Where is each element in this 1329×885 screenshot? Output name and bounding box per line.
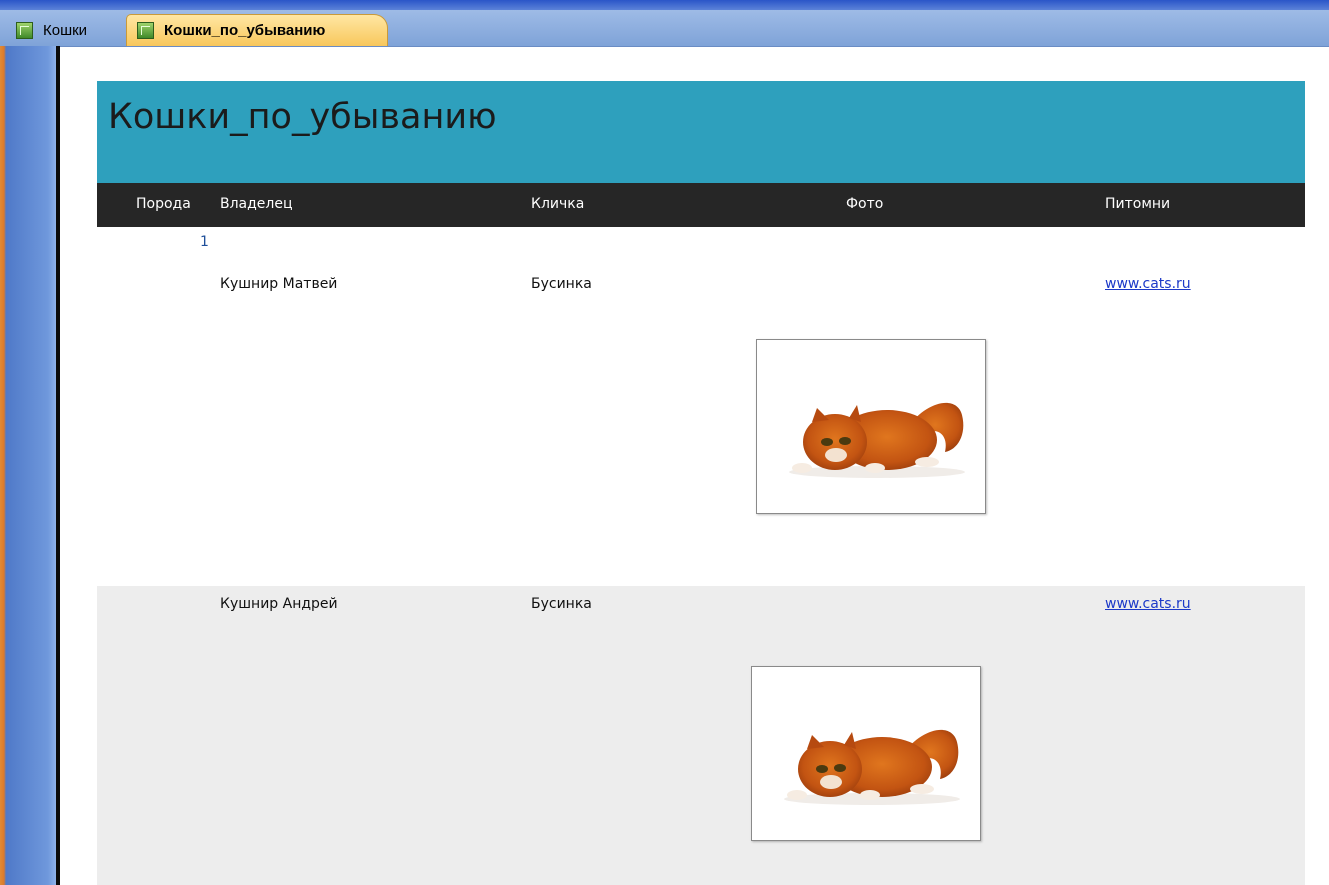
report-header: Кошки_по_убыванию <box>97 81 1305 183</box>
report-record: Кушнир Матвей Бусинка www.cats.ru <box>97 258 1305 586</box>
tab-label: Кошки_по_убыванию <box>164 22 326 39</box>
tab-koshki[interactable]: Кошки <box>10 14 126 46</box>
name-cell: Бусинка <box>531 596 592 612</box>
report-icon <box>137 22 154 39</box>
report-title: Кошки_по_убыванию <box>108 97 497 137</box>
report-record: Кушнир Андрей Бусинка www.cats.ru <box>97 586 1305 885</box>
cat-photo <box>751 666 981 841</box>
orange-kitten-icon <box>789 402 965 478</box>
name-cell: Бусинка <box>531 276 592 292</box>
orange-kitten-icon <box>784 729 960 805</box>
owner-cell: Кушнир Андрей <box>220 596 338 612</box>
cat-photo <box>756 339 986 514</box>
report-left-border <box>56 46 60 885</box>
kennel-link[interactable]: www.cats.ru <box>1105 272 1195 296</box>
window-top-strip <box>0 0 1329 10</box>
report-icon <box>16 21 33 39</box>
column-header-photo: Фото <box>846 196 884 212</box>
navigation-pane-gutter <box>0 46 56 885</box>
column-header-bar: Порода Владелец Кличка Фото Питомни <box>97 183 1305 227</box>
owner-cell: Кушнир Матвей <box>220 276 338 292</box>
column-header-owner: Владелец <box>220 196 293 212</box>
group-breed-value: 1 <box>200 234 209 250</box>
kennel-link[interactable]: www.cats.ru <box>1105 592 1195 616</box>
column-header-breed: Порода <box>136 196 191 212</box>
tab-label: Кошки <box>43 21 88 39</box>
column-header-name: Кличка <box>531 196 585 212</box>
column-header-kennel: Питомни <box>1105 196 1171 212</box>
tab-koshki-po-ubyvaniyu[interactable]: Кошки_по_убыванию <box>126 14 388 46</box>
document-tab-bar: Кошки Кошки_по_убыванию <box>0 10 1329 47</box>
